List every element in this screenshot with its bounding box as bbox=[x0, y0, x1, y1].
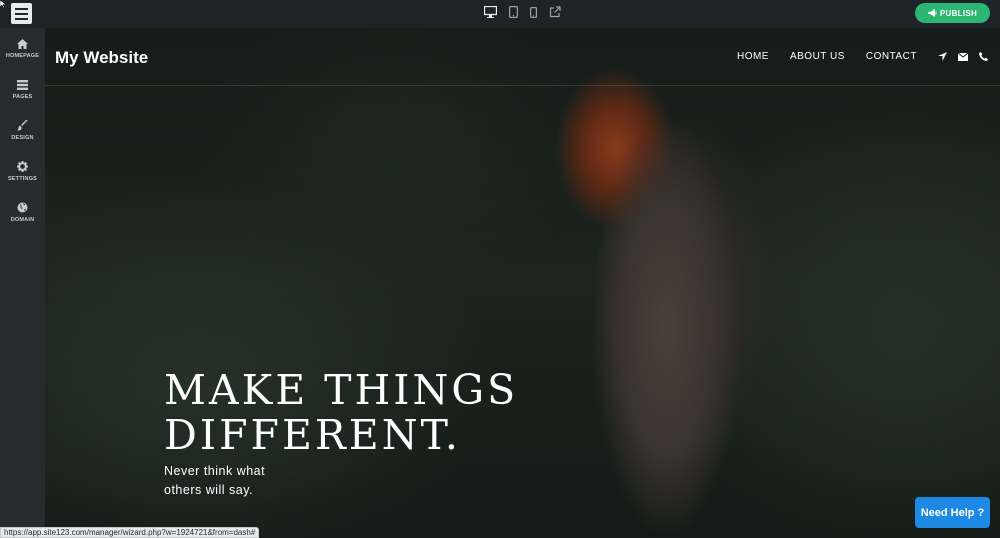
site-nav: HOME ABOUT US CONTACT bbox=[737, 51, 988, 62]
sidebar-item-label: DESIGN bbox=[11, 135, 34, 141]
hero-subtitle[interactable]: Never think what others will say. bbox=[164, 462, 294, 500]
editor-topbar: PUBLISH bbox=[0, 0, 1000, 28]
nav-link-contact[interactable]: CONTACT bbox=[866, 51, 917, 62]
nav-link-about-us[interactable]: ABOUT US bbox=[790, 51, 845, 62]
nav-link-home[interactable]: HOME bbox=[737, 51, 769, 62]
menu-icon[interactable] bbox=[11, 3, 32, 24]
hero-section: My Website HOME ABOUT US CONTACT MAKE TH… bbox=[45, 28, 1000, 538]
cursor-icon bbox=[0, 0, 6, 8]
sidebar-item-label: PAGES bbox=[12, 93, 33, 100]
sidebar-item-domain[interactable]: DOMAIN bbox=[0, 192, 45, 233]
publish-button[interactable]: PUBLISH bbox=[915, 3, 990, 23]
status-bar-url: https://app.site123.com/manager/wizard.p… bbox=[0, 527, 260, 538]
sidebar-item-label: HOMEPAGE bbox=[5, 52, 40, 59]
hero-headline-line-1: MAKE THINGS bbox=[164, 366, 519, 414]
header-divider bbox=[45, 85, 1000, 86]
site-title[interactable]: My Website bbox=[55, 48, 148, 68]
device-preview-bar bbox=[484, 6, 561, 18]
need-help-button[interactable]: Need Help ? bbox=[915, 497, 990, 528]
sidebar-item-pages[interactable]: PAGES bbox=[0, 69, 45, 110]
external-link-icon[interactable] bbox=[549, 6, 561, 18]
sidebar-item-homepage[interactable]: HOMEPAGE bbox=[0, 28, 45, 69]
brush-icon bbox=[17, 120, 28, 131]
desktop-icon[interactable] bbox=[484, 6, 497, 18]
publish-label: PUBLISH bbox=[939, 8, 978, 18]
envelope-icon[interactable] bbox=[958, 52, 968, 61]
editor-sidebar: HOMEPAGE PAGES DESIGN SETTINGS DOMAIN bbox=[0, 28, 45, 538]
phone-icon[interactable] bbox=[979, 52, 988, 61]
globe-icon bbox=[17, 202, 28, 213]
sidebar-item-label: SETTINGS bbox=[7, 176, 38, 182]
home-icon bbox=[17, 38, 28, 49]
nav-icons bbox=[938, 52, 988, 61]
hero-headline[interactable]: MAKE THINGS DIFFERENT. bbox=[164, 368, 518, 458]
sidebar-item-label: DOMAIN bbox=[10, 217, 35, 223]
megaphone-icon bbox=[927, 9, 937, 17]
gear-icon bbox=[17, 161, 28, 172]
location-arrow-icon[interactable] bbox=[938, 52, 947, 61]
sidebar-item-design[interactable]: DESIGN bbox=[0, 110, 45, 151]
hero-headline-line-2: DIFFERENT. bbox=[164, 411, 461, 459]
mobile-icon[interactable] bbox=[530, 6, 537, 18]
sidebar-item-settings[interactable]: SETTINGS bbox=[0, 151, 45, 192]
tablet-icon[interactable] bbox=[509, 6, 518, 18]
pages-icon bbox=[17, 79, 28, 90]
